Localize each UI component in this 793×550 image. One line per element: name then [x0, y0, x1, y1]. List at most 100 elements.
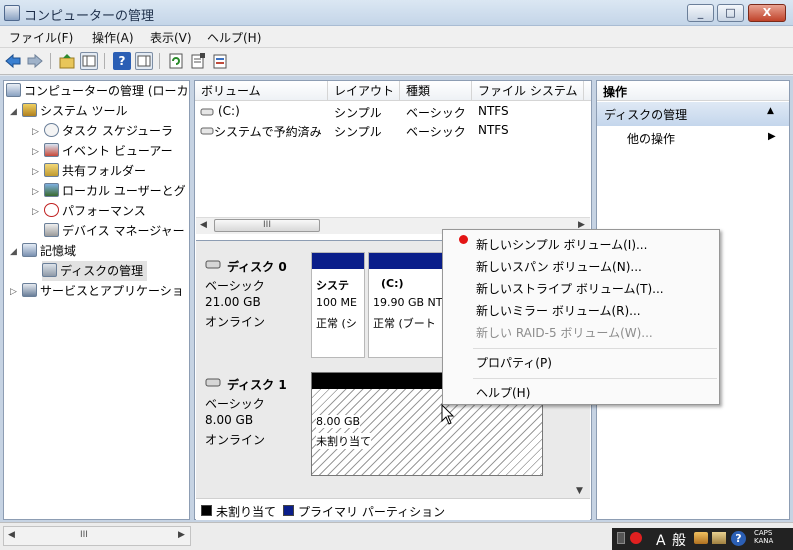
minimize-button[interactable]: _: [687, 4, 714, 22]
primary-partition-swatch: [283, 505, 294, 516]
ime-dictionary-icon[interactable]: [712, 532, 726, 544]
volume-drive-icon: [200, 123, 214, 140]
menu-item-new-mirrored-volume[interactable]: 新しいミラー ボリューム(R)...: [476, 302, 641, 319]
tree-item-event-viewer[interactable]: イベント ビューアー: [44, 141, 173, 161]
partition-system-reserved[interactable]: システ 100 ME 正常 (シ: [311, 252, 365, 358]
export-icon[interactable]: [211, 52, 229, 70]
menu-item-new-spanned-volume[interactable]: 新しいスパン ボリューム(N)...: [476, 258, 642, 275]
properties-icon[interactable]: [189, 52, 207, 70]
back-arrow-icon[interactable]: [4, 52, 22, 70]
tree-item-local-users[interactable]: ローカル ユーザーとグ: [44, 181, 186, 201]
toolbar: ?: [0, 48, 793, 75]
ime-input-mode[interactable]: A 般: [656, 530, 687, 550]
volume-name: (C:): [218, 104, 240, 118]
column-header-volume[interactable]: ボリューム: [195, 81, 328, 101]
forward-arrow-icon[interactable]: [26, 52, 44, 70]
context-menu: 新しいシンプル ボリューム(I)... 新しいスパン ボリューム(N)... 新…: [442, 229, 720, 405]
tree-item-device-manager[interactable]: デバイス マネージャー: [44, 221, 185, 241]
menu-separator: [473, 348, 717, 349]
legend-primary-label: プライマリ パーティション: [298, 505, 446, 519]
tree-item-disk-management[interactable]: ディスクの管理: [42, 261, 148, 281]
toolbar-separator: [50, 53, 51, 69]
disk-0-info[interactable]: ディスク 0 ベーシック 21.00 GB オンライン: [197, 250, 308, 360]
collapse-arrow-icon[interactable]: ▲: [767, 106, 774, 116]
collapsed-arrow-icon[interactable]: ▷: [32, 187, 39, 197]
expanded-arrow-icon[interactable]: ◢: [10, 107, 17, 117]
collapsed-arrow-icon[interactable]: ▷: [32, 167, 39, 177]
toolbar-separator: [159, 53, 160, 69]
services-icon: [22, 283, 37, 297]
tree-item-services-applications[interactable]: サービスとアプリケーショ: [22, 281, 184, 301]
tools-icon: [22, 103, 37, 117]
refresh-icon[interactable]: [167, 52, 185, 70]
actions-title: 操作: [603, 85, 628, 99]
expanded-arrow-icon[interactable]: ◢: [10, 247, 17, 257]
more-actions-item[interactable]: 他の操作: [627, 130, 675, 147]
partition-status: 正常 (シ: [316, 317, 357, 330]
scroll-right-arrow-icon[interactable]: ▶: [178, 530, 185, 540]
computer-management-icon: [4, 5, 20, 21]
disk-drive-icon: [205, 376, 221, 391]
column-header-type[interactable]: 種類: [400, 81, 472, 101]
collapsed-arrow-icon[interactable]: ▷: [32, 207, 39, 217]
ime-mode-icon[interactable]: [630, 532, 642, 544]
close-button[interactable]: X: [748, 4, 786, 22]
computer-management-icon: [6, 83, 21, 97]
shared-folder-icon: [44, 163, 59, 177]
disk-type: ベーシック: [205, 397, 265, 411]
menu-item-help[interactable]: ヘルプ(H): [476, 384, 530, 401]
partition-title: (C:): [381, 277, 404, 290]
table-row[interactable]: システムで予約済み シンプル ベーシック NTFS: [196, 121, 590, 141]
menu-help[interactable]: ヘルプ(H): [207, 29, 261, 46]
ime-pad-icon[interactable]: [694, 532, 708, 544]
partition-c-drive[interactable]: (C:) 19.90 GB NT 正常 (ブート: [368, 252, 444, 358]
tree-label: ローカル ユーザーとグ: [62, 184, 186, 198]
disk-1-info[interactable]: ディスク 1 ベーシック 8.00 GB オンライン: [197, 368, 308, 478]
menu-view[interactable]: 表示(V): [150, 29, 192, 46]
tree-item-computer-management[interactable]: コンピューターの管理 (ローカ: [6, 81, 189, 101]
disk-status: オンライン: [205, 315, 266, 329]
tree-label: パフォーマンス: [62, 204, 146, 218]
tree-label: サービスとアプリケーショ: [40, 284, 184, 298]
collapsed-arrow-icon[interactable]: ▷: [10, 287, 17, 297]
tree-item-storage[interactable]: 記憶域: [22, 241, 76, 261]
storage-icon: [22, 243, 37, 257]
menu-file[interactable]: ファイル(F): [9, 29, 73, 46]
submenu-arrow-icon[interactable]: ▶: [768, 131, 776, 142]
tree-item-performance[interactable]: パフォーマンス: [44, 201, 146, 221]
tree-horizontal-scrollbar[interactable]: ◀ III ▶: [3, 526, 191, 546]
default-item-bullet-icon: [459, 235, 468, 244]
volume-list-header: ボリューム レイアウト 種類 ファイル システム: [195, 81, 591, 101]
tree-item-shared-folders[interactable]: 共有フォルダー: [44, 161, 146, 181]
menu-item-new-simple-volume[interactable]: 新しいシンプル ボリューム(I)...: [476, 236, 647, 253]
table-row[interactable]: (C:) シンプル ベーシック NTFS: [196, 102, 590, 122]
scroll-down-arrow-icon[interactable]: ▼: [576, 486, 588, 496]
unallocated-swatch: [201, 505, 212, 516]
partition-color-bar: [369, 253, 443, 269]
device-manager-icon: [44, 223, 59, 237]
menu-item-new-striped-volume[interactable]: 新しいストライプ ボリューム(T)...: [476, 280, 664, 297]
collapsed-arrow-icon[interactable]: ▷: [32, 127, 39, 137]
tree-item-system-tools[interactable]: システム ツール: [22, 101, 127, 121]
maximize-button[interactable]: □: [717, 4, 744, 22]
menu-action[interactable]: 操作(A): [92, 29, 134, 46]
up-folder-icon[interactable]: [58, 52, 76, 70]
tree-scroll-thumb[interactable]: III: [80, 530, 88, 540]
tree-label: 共有フォルダー: [62, 164, 147, 178]
ime-toolbar-grip-icon[interactable]: [617, 532, 625, 544]
tree-item-task-scheduler[interactable]: タスク スケジューラ: [44, 121, 173, 141]
show-hide-tree-icon[interactable]: [80, 52, 98, 70]
ime-help-icon[interactable]: ?: [731, 531, 746, 546]
collapsed-arrow-icon[interactable]: ▷: [32, 147, 39, 157]
scroll-left-arrow-icon[interactable]: ◀: [8, 530, 15, 540]
volume-type: ベーシック: [406, 106, 466, 120]
column-header-layout[interactable]: レイアウト: [328, 81, 400, 101]
column-header-filesystem[interactable]: ファイル システム: [472, 81, 584, 101]
volume-list-scroll-thumb[interactable]: III: [214, 219, 320, 232]
show-hide-action-pane-icon[interactable]: [135, 52, 153, 70]
navigation-tree: コンピューターの管理 (ローカ ◢ システム ツール ▷ タスク スケジューラ …: [3, 80, 190, 520]
partition-title: システ: [316, 279, 349, 292]
help-icon[interactable]: ?: [113, 52, 131, 70]
scroll-left-arrow-icon[interactable]: ◀: [200, 220, 207, 230]
menu-item-properties[interactable]: プロパティ(P): [476, 354, 552, 371]
